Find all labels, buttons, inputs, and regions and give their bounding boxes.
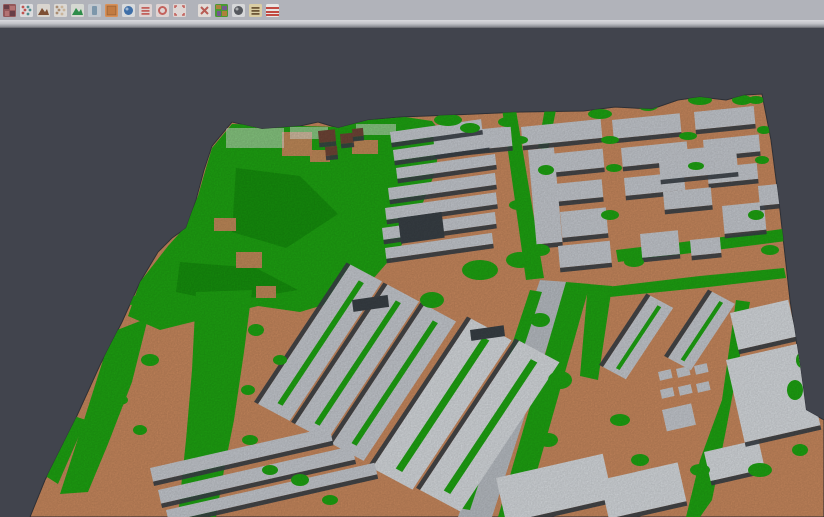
notes-tag-icon[interactable] — [249, 4, 262, 17]
toolbar-edge-divider — [0, 20, 824, 28]
flag-stripes-icon[interactable] — [266, 4, 279, 17]
classification-map-icon[interactable] — [215, 4, 228, 17]
viewport-container — [0, 28, 824, 517]
terrain-brown-icon[interactable] — [37, 4, 50, 17]
tree-clump — [786, 197, 798, 213]
classified-points-icon[interactable] — [20, 4, 33, 17]
orthophoto-icon[interactable] — [105, 4, 118, 17]
terrain-green-icon[interactable] — [71, 4, 84, 17]
dark-sphere-icon[interactable] — [232, 4, 245, 17]
main-toolbar — [0, 0, 824, 20]
selection-brackets-icon[interactable] — [173, 4, 186, 17]
viewport-3d-scene[interactable] — [0, 28, 824, 517]
globe-icon[interactable] — [122, 4, 135, 17]
profile-panel-icon[interactable] — [88, 4, 101, 17]
application-window — [0, 0, 824, 517]
raster-red-icon[interactable] — [3, 4, 16, 17]
pointcloud-grain — [0, 28, 824, 517]
red-ring-icon[interactable] — [156, 4, 169, 17]
grid-red-icon[interactable] — [198, 4, 211, 17]
sparse-points-icon[interactable] — [54, 4, 67, 17]
terrain-content — [0, 28, 824, 517]
red-list-icon[interactable] — [139, 4, 152, 17]
